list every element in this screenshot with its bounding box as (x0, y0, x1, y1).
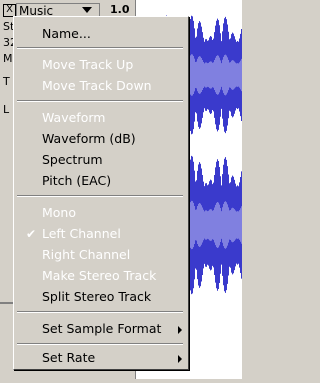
menu-separator (17, 343, 183, 345)
menu-item-pitch[interactable]: Pitch (EAC) (14, 171, 188, 191)
menu-item-move-up[interactable]: Move Track Up (14, 55, 188, 75)
menu-item-label: Set Rate (42, 350, 96, 365)
menu-item-label: Spectrum (42, 152, 103, 167)
menu-item-move-down[interactable]: Move Track Down (14, 76, 188, 96)
track-info-line: L (3, 103, 10, 116)
submenu-arrow-icon (178, 326, 182, 334)
menu-item-label: Set Sample Format (42, 321, 162, 336)
menu-item-waveform-db[interactable]: Waveform (dB) (14, 129, 188, 149)
menu-item-sample-format[interactable]: Set Sample Format (14, 319, 188, 339)
menu-item-mono[interactable]: Mono (14, 203, 188, 223)
menu-separator (17, 47, 183, 49)
menu-item-label: Make Stereo Track (42, 268, 157, 283)
menu-item-make-stereo[interactable]: Make Stereo Track (14, 266, 188, 286)
menu-separator (17, 100, 183, 102)
menu-item-set-rate[interactable]: Set Rate (14, 348, 188, 368)
menu-item-label: Move Track Up (42, 57, 134, 72)
menu-separator (17, 195, 183, 197)
track-context-menu: Name... Move Track Up Move Track Down Wa… (13, 16, 189, 370)
menu-item-label: Mono (42, 205, 77, 220)
menu-item-label: Left Channel (42, 226, 121, 241)
track-info-line: T (3, 75, 10, 88)
track-info-line: M (3, 52, 13, 65)
menu-item-label: Split Stereo Track (42, 289, 152, 304)
menu-item-label: Right Channel (42, 247, 131, 262)
menu-item-label: Name... (42, 26, 91, 41)
menu-item-right-channel[interactable]: Right Channel (14, 245, 188, 265)
check-icon: ✔ (26, 227, 37, 241)
menu-item-waveform[interactable]: Waveform (14, 108, 188, 128)
menu-item-left-channel[interactable]: ✔ Left Channel (14, 224, 188, 244)
chevron-down-icon[interactable] (82, 7, 92, 13)
menu-item-label: Pitch (EAC) (42, 173, 112, 188)
menu-item-spectrum[interactable]: Spectrum (14, 150, 188, 170)
submenu-arrow-icon (178, 355, 182, 363)
menu-item-label: Move Track Down (42, 78, 152, 93)
menu-item-split-stereo[interactable]: Split Stereo Track (14, 287, 188, 307)
menu-item-label: Waveform (42, 110, 106, 125)
menu-item-name[interactable]: Name... (14, 24, 188, 44)
menu-separator (17, 311, 183, 313)
scale-label: 1.0 (110, 3, 130, 16)
menu-item-label: Waveform (dB) (42, 131, 136, 146)
